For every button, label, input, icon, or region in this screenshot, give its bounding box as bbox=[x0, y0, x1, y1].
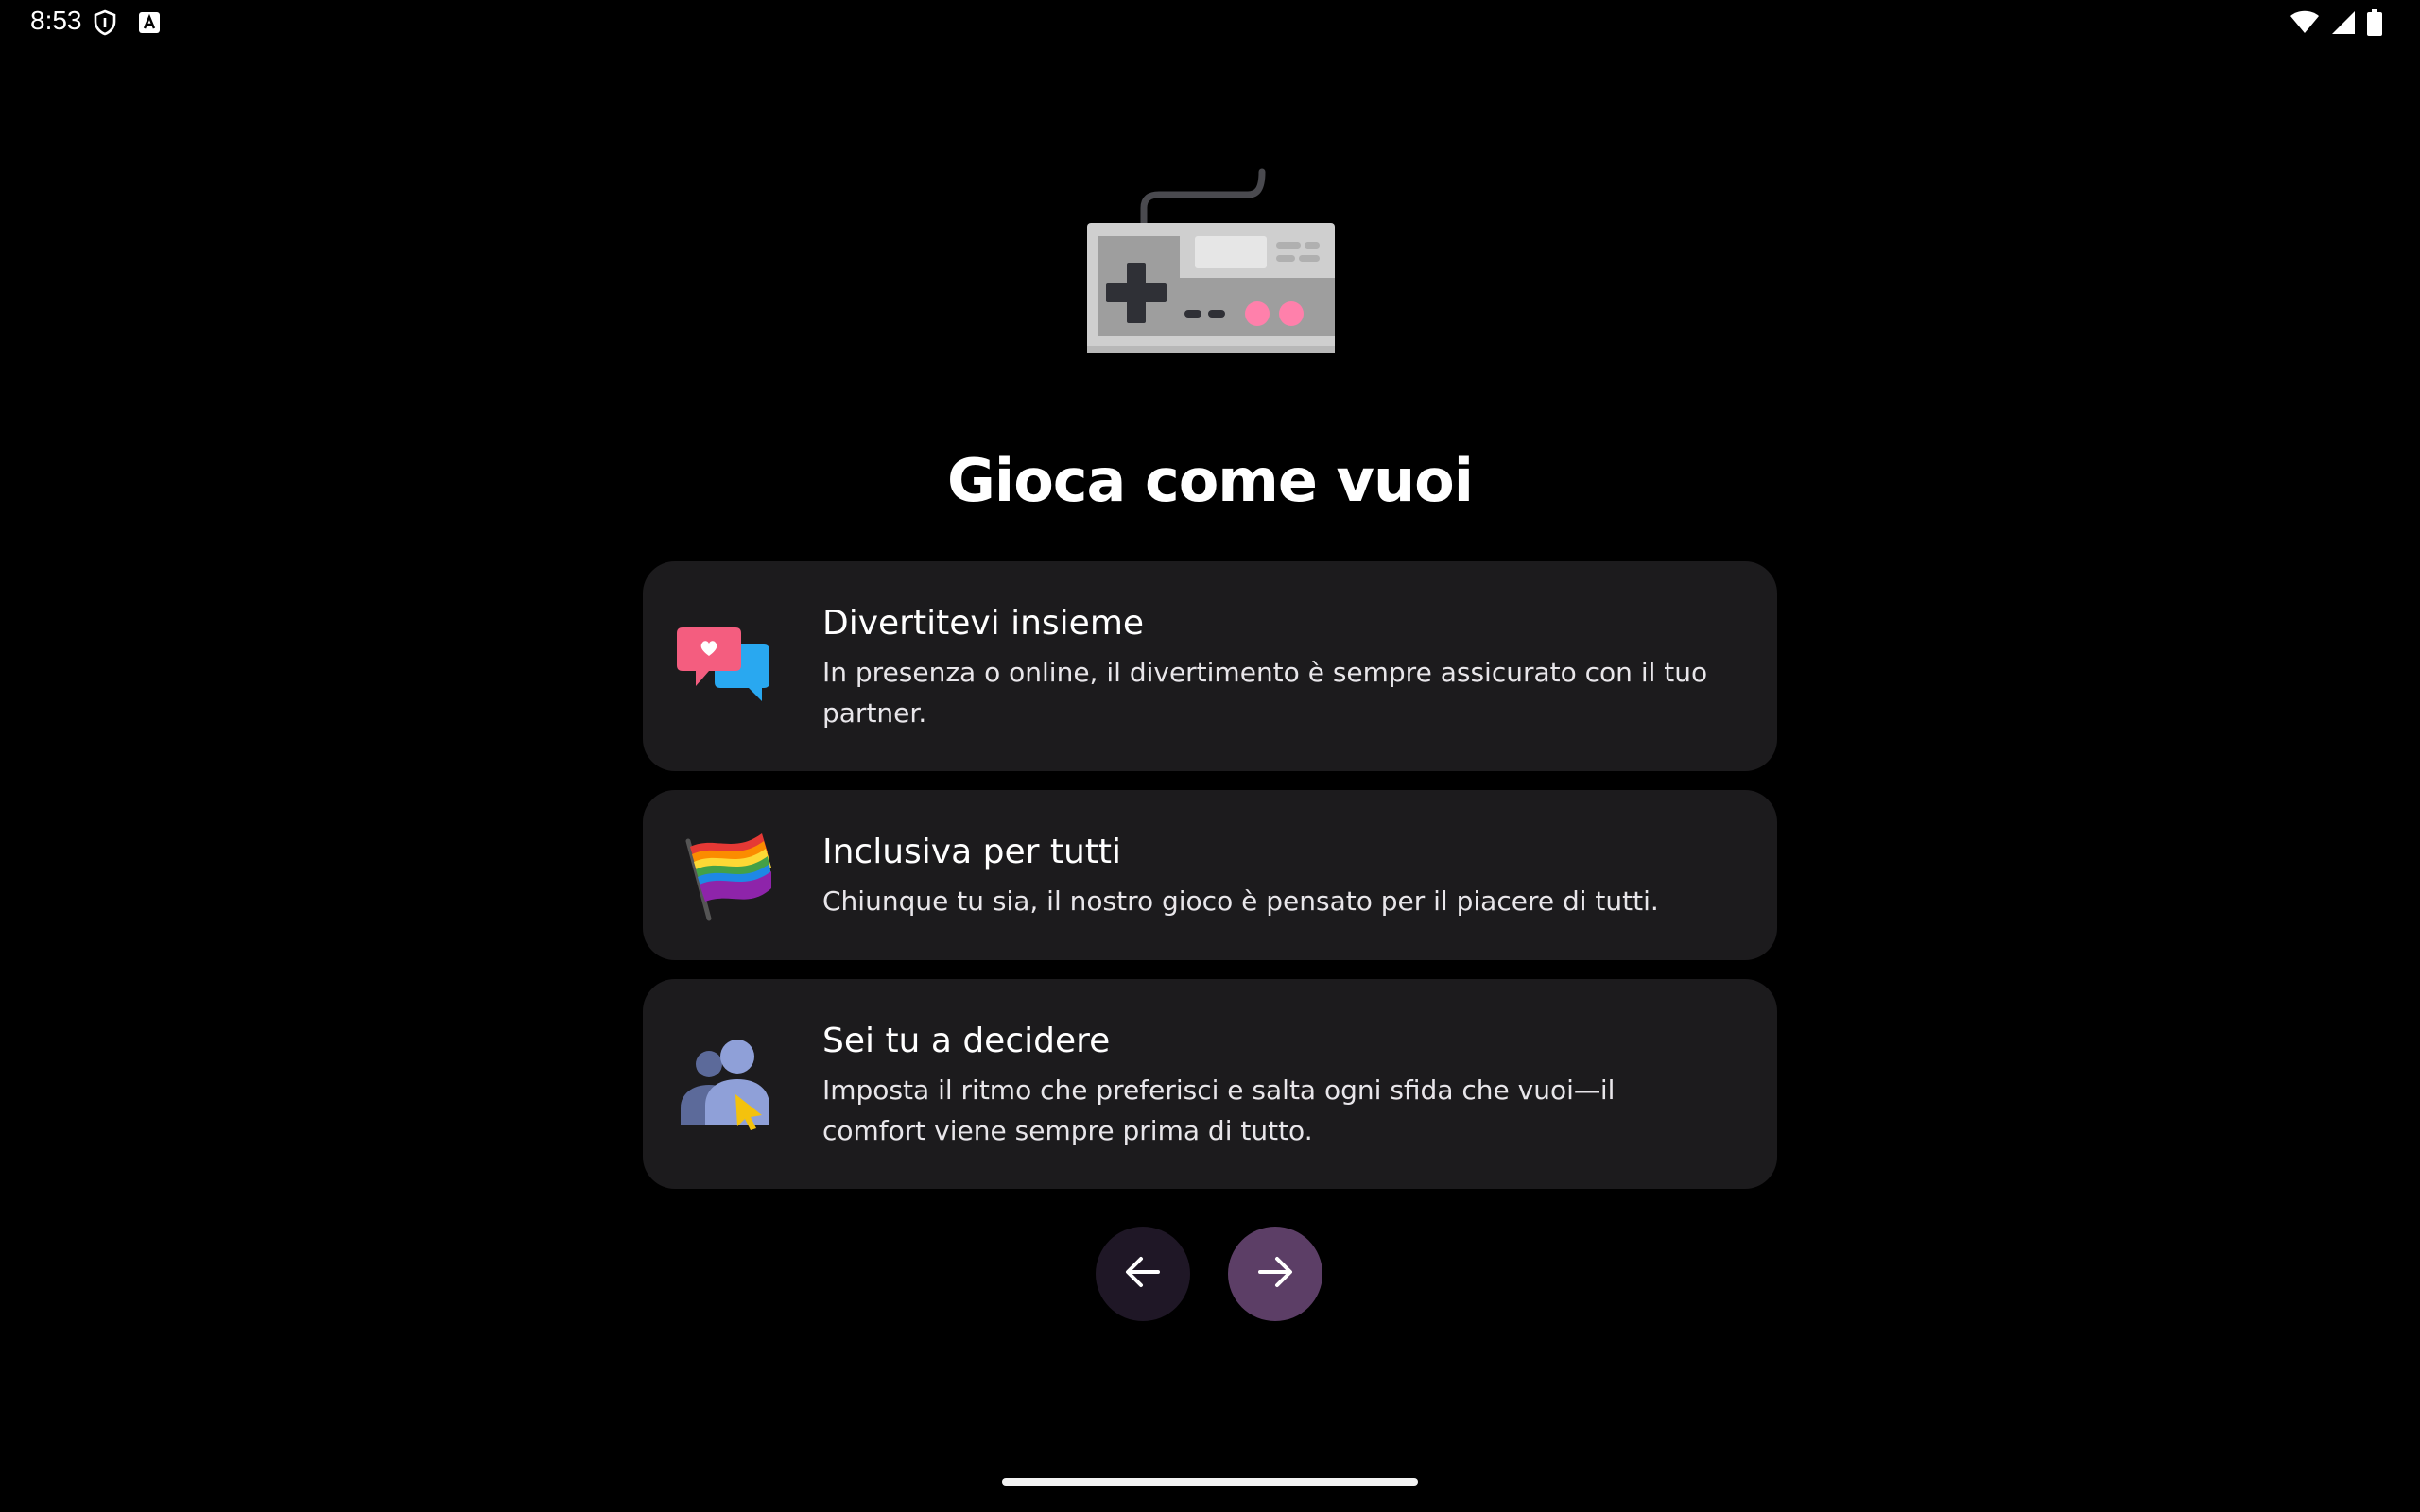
chat-bubbles-icon bbox=[677, 618, 775, 716]
feature-title: Divertitevi insieme bbox=[822, 604, 1145, 643]
status-time: 8:53 bbox=[30, 6, 82, 35]
shield-icon bbox=[93, 9, 117, 41]
arrow-right-icon bbox=[1254, 1251, 1296, 1297]
next-button[interactable] bbox=[1228, 1227, 1322, 1321]
page-title: Gioca come vuoi bbox=[947, 446, 1474, 515]
feature-text: Inclusiva per tutti Chiunque tu sia, il … bbox=[822, 832, 1720, 921]
status-icons bbox=[2290, 9, 2382, 41]
feature-description: In presenza o online, il divertimento è … bbox=[822, 657, 1708, 729]
feature-text: Divertitevi insieme In presenza o online… bbox=[822, 603, 1720, 733]
home-indicator[interactable] bbox=[1002, 1478, 1418, 1486]
status-bar: 8:53 bbox=[0, 0, 2420, 45]
feature-card-together: Divertitevi insieme In presenza o online… bbox=[643, 561, 1777, 771]
feature-card-decide: Sei tu a decidere Imposta il ritmo che p… bbox=[643, 979, 1777, 1189]
feature-title: Inclusiva per tutti bbox=[822, 833, 1122, 871]
feature-title: Sei tu a decidere bbox=[822, 1022, 1111, 1060]
feature-description: Imposta il ritmo che preferisci e salta … bbox=[822, 1074, 1616, 1146]
people-choice-icon bbox=[677, 1036, 775, 1134]
keyboard-a-icon bbox=[138, 11, 161, 39]
battery-icon bbox=[2367, 9, 2382, 41]
back-button[interactable] bbox=[1096, 1227, 1190, 1321]
feature-card-inclusive: Inclusiva per tutti Chiunque tu sia, il … bbox=[643, 790, 1777, 960]
wifi-icon bbox=[2290, 10, 2320, 40]
feature-text: Sei tu a decidere Imposta il ritmo che p… bbox=[822, 1021, 1720, 1151]
feature-description: Chiunque tu sia, il nostro gioco è pensa… bbox=[822, 885, 1659, 917]
arrow-left-icon bbox=[1122, 1251, 1164, 1297]
rainbow-flag-icon bbox=[677, 826, 775, 924]
signal-icon bbox=[2331, 10, 2356, 40]
onboarding-screen: 8:53 Gioca come vuoi Divertitevi insieme… bbox=[0, 0, 2420, 1512]
game-controller-icon bbox=[1078, 161, 1342, 369]
